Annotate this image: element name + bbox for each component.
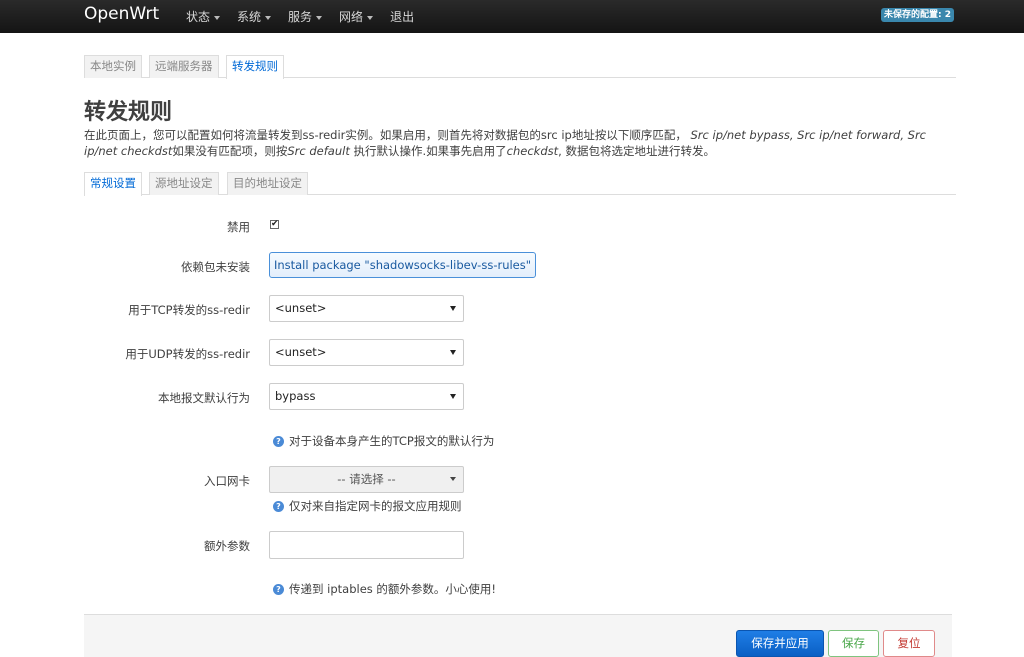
install-package-button[interactable]: Install package "shadowsocks-libev-ss-ru… xyxy=(269,252,536,278)
extra-args-input[interactable] xyxy=(269,531,464,559)
udp-redir-value: <unset> xyxy=(275,345,327,359)
brand-logo[interactable]: OpenWrt xyxy=(84,4,159,24)
tcp-redir-value: <unset> xyxy=(275,301,327,315)
section-tabs: 常规设置 源地址设定 目的地址设定 xyxy=(84,172,956,196)
tab-remote-servers[interactable]: 远端服务器 xyxy=(149,55,219,78)
menu-status[interactable]: 状态 xyxy=(186,8,221,25)
tab-general-settings[interactable]: 常规设置 xyxy=(84,172,142,196)
top-navbar: OpenWrt 状态 系统 服务 网络 退出 未保存的配置: 2 xyxy=(0,0,1024,33)
ifname-select[interactable]: -- 请选择 -- xyxy=(269,466,464,493)
menu-network-label: 网络 xyxy=(339,10,364,24)
save-button[interactable]: 保存 xyxy=(828,630,879,657)
reset-button[interactable]: 复位 xyxy=(883,630,935,657)
main-menu: 状态 系统 服务 网络 退出 xyxy=(186,8,431,25)
help-icon: ? xyxy=(273,501,284,512)
help-icon: ? xyxy=(273,436,284,447)
save-and-apply-button[interactable]: 保存并应用 xyxy=(736,630,824,657)
menu-services-label: 服务 xyxy=(288,10,313,24)
desc-text: 如果没有匹配项，则按 xyxy=(172,144,288,158)
desc-italic: Src default xyxy=(287,144,350,158)
local-default-hint-text: 对于设备本身产生的TCP报文的默认行为 xyxy=(289,434,495,448)
local-default-label: 本地报文默认行为 xyxy=(158,391,250,405)
tab-source-address[interactable]: 源地址设定 xyxy=(149,172,219,195)
menu-network[interactable]: 网络 xyxy=(339,8,374,25)
caret-down-icon xyxy=(265,15,272,20)
unsaved-changes-badge[interactable]: 未保存的配置: 2 xyxy=(881,8,954,22)
udp-redir-label: 用于UDP转发的ss-redir xyxy=(125,347,250,361)
disable-label: 禁用 xyxy=(227,220,250,234)
dropdown-arrow-icon xyxy=(450,394,456,399)
caret-down-icon xyxy=(214,15,221,20)
extra-args-hint-text: 传递到 iptables 的额外参数。小心使用! xyxy=(289,582,497,596)
tab-local-instances[interactable]: 本地实例 xyxy=(84,55,142,78)
tcp-redir-label: 用于TCP转发的ss-redir xyxy=(128,303,250,317)
dropdown-arrow-icon xyxy=(450,306,456,311)
desc-text: , 数据包将选定地址进行转发。 xyxy=(558,144,715,158)
caret-down-icon xyxy=(316,15,323,20)
local-default-value: bypass xyxy=(275,389,316,403)
local-default-hint: ? 对于设备本身产生的TCP报文的默认行为 xyxy=(273,433,494,449)
instance-tabs: 本地实例 远端服务器 转发规则 xyxy=(84,55,956,79)
desc-text: 执行默认操作.如果事先启用了 xyxy=(349,144,507,158)
menu-services[interactable]: 服务 xyxy=(288,8,323,25)
ifname-value: -- 请选择 -- xyxy=(337,472,396,486)
tcp-redir-select[interactable]: <unset> xyxy=(269,295,464,322)
dropdown-arrow-icon xyxy=(450,477,456,481)
udp-redir-select[interactable]: <unset> xyxy=(269,339,464,366)
dependency-label: 依赖包未安装 xyxy=(181,260,250,274)
tab-forward-rules[interactable]: 转发规则 xyxy=(226,55,284,79)
local-default-select[interactable]: bypass xyxy=(269,383,464,410)
menu-system[interactable]: 系统 xyxy=(237,8,272,25)
desc-italic: checkdst xyxy=(506,144,559,158)
caret-down-icon xyxy=(367,15,374,20)
ifname-hint: ? 仅对来自指定网卡的报文应用规则 xyxy=(273,498,462,514)
ifname-hint-text: 仅对来自指定网卡的报文应用规则 xyxy=(289,499,462,513)
extra-args-label: 额外参数 xyxy=(204,539,250,553)
dropdown-arrow-icon xyxy=(450,350,456,355)
menu-logout[interactable]: 退出 xyxy=(390,8,414,25)
page-description: 在此页面上，您可以配置如何将流量转发到ss-redir实例。如果启用，则首先将对… xyxy=(84,127,944,159)
page-title: 转发规则 xyxy=(84,100,173,125)
disable-checkbox[interactable]: ✔ xyxy=(270,220,279,229)
ifname-label: 入口网卡 xyxy=(204,474,250,488)
tab-destination-address[interactable]: 目的地址设定 xyxy=(227,172,308,195)
menu-system-label: 系统 xyxy=(237,10,262,24)
extra-args-hint: ? 传递到 iptables 的额外参数。小心使用! xyxy=(273,581,496,597)
menu-status-label: 状态 xyxy=(186,10,211,24)
help-icon: ? xyxy=(273,584,284,595)
desc-text: 在此页面上，您可以配置如何将流量转发到ss-redir实例。如果启用，则首先将对… xyxy=(84,128,687,142)
